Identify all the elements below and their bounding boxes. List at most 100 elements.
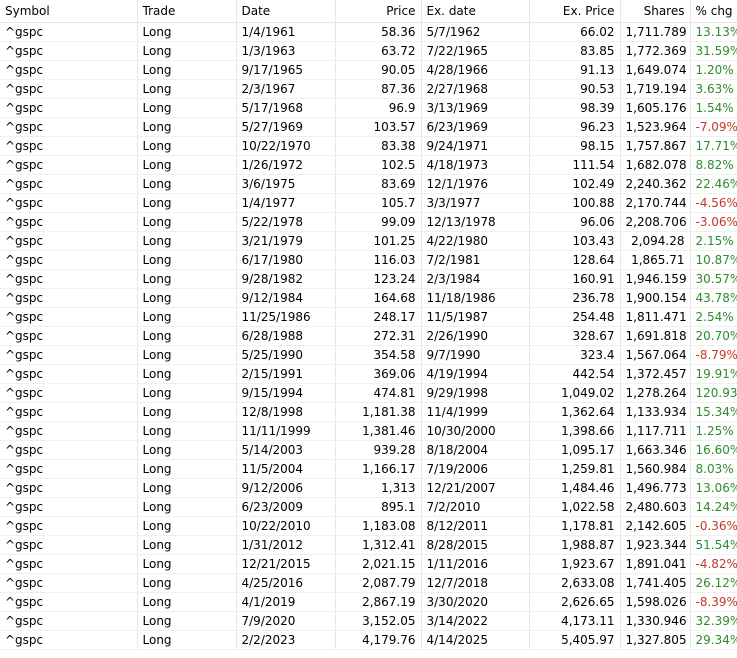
table-row[interactable]: ^gspc Long 11/5/2004 1,166.17 7/19/2006 1,259… [0, 459, 737, 479]
table-row[interactable]: ^gspc Long 2/15/1991 369.06 4/19/1994 442.54 1… [0, 364, 737, 384]
column-header-price[interactable]: Price [335, 0, 422, 23]
cell-symbol: ^gspc [0, 307, 138, 327]
column-header-ex-price[interactable]: Ex. Price [529, 0, 621, 23]
cell-pct-change: 16.60% [690, 440, 737, 460]
table-row[interactable]: ^gspc Long 2/2/2023 4,179.76 4/14/2025 5,405.… [0, 630, 737, 650]
cell-trade: Long [137, 345, 237, 365]
cell-trade: Long [137, 193, 237, 213]
cell-trade: Long [137, 497, 237, 517]
table-row[interactable]: ^gspc Long 1/4/1977 105.7 3/3/1977 100.88 2,17… [0, 193, 737, 213]
cell-date: 10/22/2010 [236, 516, 336, 536]
cell-price: 83.38 [335, 136, 422, 156]
cell-trade: Long [137, 136, 237, 156]
cell-shares: 1,811.471 [620, 307, 691, 327]
table-row[interactable]: ^gspc Long 5/22/1978 99.09 12/13/1978 96.06 2,… [0, 212, 737, 232]
cell-date: 11/5/2004 [236, 459, 336, 479]
cell-symbol: ^gspc [0, 79, 138, 99]
table-row[interactable]: ^gspc Long 6/28/1988 272.31 2/26/1990 328.67 1… [0, 326, 737, 346]
cell-trade: Long [137, 79, 237, 99]
column-header-trade[interactable]: Trade [137, 0, 237, 23]
column-header-ex-date[interactable]: Ex. date [421, 0, 530, 23]
table-row[interactable]: ^gspc Long 9/15/1994 474.81 9/29/1998 1,049.0… [0, 383, 737, 403]
cell-symbol: ^gspc [0, 117, 138, 137]
cell-ex-date: 11/18/1986 [421, 288, 530, 308]
cell-symbol: ^gspc [0, 98, 138, 118]
table-row[interactable]: ^gspc Long 6/17/1980 116.03 7/2/1981 128.64 1,… [0, 250, 737, 270]
column-header-shares[interactable]: Shares [620, 0, 691, 23]
cell-price: 87.36 [335, 79, 422, 99]
cell-pct-change: -4.82% [690, 554, 737, 574]
cell-ex-date: 9/29/1998 [421, 383, 530, 403]
table-row[interactable]: ^gspc Long 9/17/1965 90.05 4/28/1966 91.13 1,6… [0, 60, 737, 80]
column-header-symbol[interactable]: Symbol [0, 0, 138, 23]
table-row[interactable]: ^gspc Long 5/27/1969 103.57 6/23/1969 96.23 1,… [0, 117, 737, 137]
column-header-date[interactable]: Date [236, 0, 336, 23]
cell-price: 895.1 [335, 497, 422, 517]
cell-ex-price: 1,484.46 [529, 478, 621, 498]
table-row[interactable]: ^gspc Long 11/25/1986 248.17 11/5/1987 254.48… [0, 307, 737, 327]
cell-symbol: ^gspc [0, 383, 138, 403]
table-row[interactable]: ^gspc Long 10/22/2010 1,183.08 8/12/2011 1,17… [0, 516, 737, 536]
cell-pct-change: -8.79% [690, 345, 737, 365]
cell-ex-price: 96.06 [529, 212, 621, 232]
trades-table: Symbol Trade Date Price Ex. date Ex. Pri… [0, 0, 737, 650]
cell-symbol: ^gspc [0, 630, 138, 650]
cell-price: 90.05 [335, 60, 422, 80]
cell-trade: Long [137, 174, 237, 194]
table-row[interactable]: ^gspc Long 5/14/2003 939.28 8/18/2004 1,095.1… [0, 440, 737, 460]
cell-date: 1/3/1963 [236, 41, 336, 61]
table-row[interactable]: ^gspc Long 5/17/1968 96.9 3/13/1969 98.39 1,60… [0, 98, 737, 118]
table-row[interactable]: ^gspc Long 3/6/1975 83.69 12/1/1976 102.49 2,2… [0, 174, 737, 194]
table-row[interactable]: ^gspc Long 7/9/2020 3,152.05 3/14/2022 4,173.… [0, 611, 737, 631]
table-row[interactable]: ^gspc Long 4/25/2016 2,087.79 12/7/2018 2,633… [0, 573, 737, 593]
table-row[interactable]: ^gspc Long 6/23/2009 895.1 7/2/2010 1,022.58 2… [0, 497, 737, 517]
cell-shares: 2,240.362 [620, 174, 691, 194]
cell-pct-change: 1.20% [690, 60, 737, 80]
cell-date: 12/21/2015 [236, 554, 336, 574]
cell-trade: Long [137, 60, 237, 80]
cell-symbol: ^gspc [0, 345, 138, 365]
table-row[interactable]: ^gspc Long 1/31/2012 1,312.41 8/28/2015 1,988… [0, 535, 737, 555]
cell-ex-date: 8/28/2015 [421, 535, 530, 555]
table-row[interactable]: ^gspc Long 11/11/1999 1,381.46 10/30/2000 1,3… [0, 421, 737, 441]
cell-ex-date: 12/7/2018 [421, 573, 530, 593]
cell-trade: Long [137, 250, 237, 270]
cell-price: 63.72 [335, 41, 422, 61]
cell-ex-price: 1,988.87 [529, 535, 621, 555]
table-row[interactable]: ^gspc Long 3/21/1979 101.25 4/22/1980 103.43 2… [0, 231, 737, 251]
table-row[interactable]: ^gspc Long 9/12/2006 1,313 12/21/2007 1,484.4… [0, 478, 737, 498]
cell-symbol: ^gspc [0, 174, 138, 194]
cell-ex-date: 2/27/1968 [421, 79, 530, 99]
table-row[interactable]: ^gspc Long 4/1/2019 2,867.19 3/30/2020 2,626.… [0, 592, 737, 612]
cell-ex-date: 8/18/2004 [421, 440, 530, 460]
cell-date: 6/28/1988 [236, 326, 336, 346]
cell-ex-date: 7/22/1965 [421, 41, 530, 61]
cell-ex-price: 4,173.11 [529, 611, 621, 631]
cell-ex-price: 128.64 [529, 250, 621, 270]
table-row[interactable]: ^gspc Long 9/12/1984 164.68 11/18/1986 236.78… [0, 288, 737, 308]
cell-trade: Long [137, 22, 237, 42]
cell-ex-price: 2,626.65 [529, 592, 621, 612]
table-row[interactable]: ^gspc Long 9/28/1982 123.24 2/3/1984 160.91 1,… [0, 269, 737, 289]
table-row[interactable]: ^gspc Long 12/21/2015 2,021.15 1/11/2016 1,92… [0, 554, 737, 574]
table-row[interactable]: ^gspc Long 1/3/1963 63.72 7/22/1965 83.85 1,77… [0, 41, 737, 61]
table-row[interactable]: ^gspc Long 12/8/1998 1,181.38 11/4/1999 1,362… [0, 402, 737, 422]
cell-date: 11/11/1999 [236, 421, 336, 441]
table-row[interactable]: ^gspc Long 1/4/1961 58.36 5/7/1962 66.02 1,711… [0, 22, 737, 42]
table-row[interactable]: ^gspc Long 2/3/1967 87.36 2/27/1968 90.53 1,71… [0, 79, 737, 99]
cell-date: 3/21/1979 [236, 231, 336, 251]
cell-ex-date: 2/26/1990 [421, 326, 530, 346]
cell-shares: 2,142.605 [620, 516, 691, 536]
cell-symbol: ^gspc [0, 288, 138, 308]
cell-date: 9/12/2006 [236, 478, 336, 498]
table-row[interactable]: ^gspc Long 5/25/1990 354.58 9/7/1990 323.4 1,5… [0, 345, 737, 365]
table-row[interactable]: ^gspc Long 1/26/1972 102.5 4/18/1973 111.54 1,… [0, 155, 737, 175]
column-header-pct-change[interactable]: % chg [690, 0, 737, 23]
cell-price: 2,087.79 [335, 573, 422, 593]
cell-pct-change: 13.13% [690, 22, 737, 42]
table-row[interactable]: ^gspc Long 10/22/1970 83.38 9/24/1971 98.15 1,… [0, 136, 737, 156]
cell-price: 164.68 [335, 288, 422, 308]
cell-symbol: ^gspc [0, 212, 138, 232]
cell-shares: 1,719.194 [620, 79, 691, 99]
cell-symbol: ^gspc [0, 516, 138, 536]
